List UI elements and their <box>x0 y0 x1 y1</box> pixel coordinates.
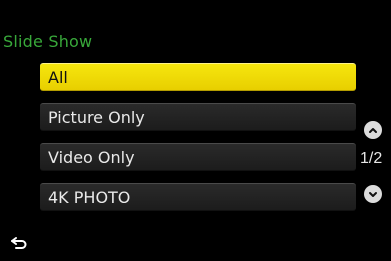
page-title: Slide Show <box>3 32 93 51</box>
chevron-up-icon <box>369 128 377 133</box>
menu-item-label: Picture Only <box>48 107 145 127</box>
menu-item-label: Video Only <box>48 147 135 167</box>
menu-item-label: All <box>48 67 68 87</box>
menu-item-all[interactable]: All <box>40 63 356 91</box>
menu-item-video-only[interactable]: Video Only <box>40 143 356 171</box>
menu-item-picture-only[interactable]: Picture Only <box>40 103 356 131</box>
menu-item-4k-photo[interactable]: 4K PHOTO <box>40 183 356 211</box>
scroll-down-button[interactable] <box>364 185 382 203</box>
scroll-up-button[interactable] <box>364 121 382 139</box>
page-indicator: 1/2 <box>360 150 383 167</box>
back-button[interactable] <box>8 233 30 253</box>
return-arrow-icon <box>11 237 27 249</box>
chevron-down-icon <box>369 192 377 197</box>
menu-item-label: 4K PHOTO <box>48 187 131 207</box>
